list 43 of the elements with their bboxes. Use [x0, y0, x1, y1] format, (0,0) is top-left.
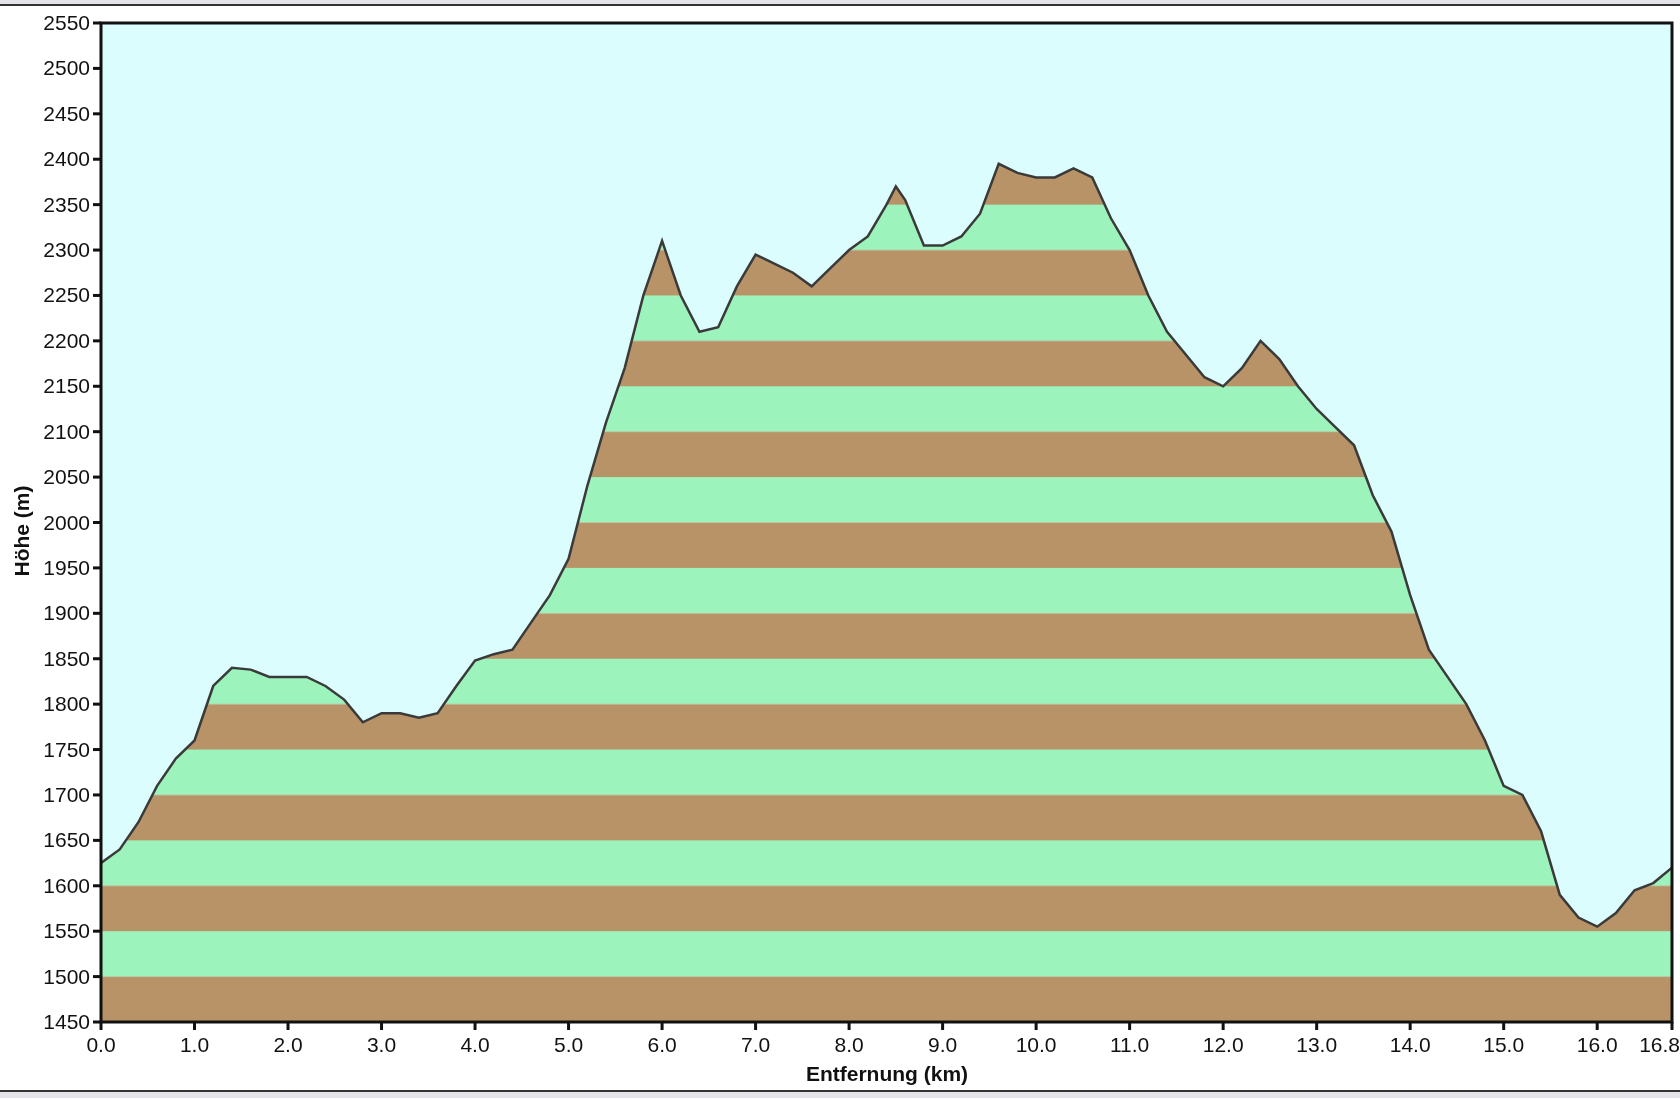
x-tick-label: 11.0 [1109, 1033, 1150, 1056]
x-axis-title: Entfernung (km) [805, 1062, 969, 1085]
x-tick-label: 16.8 [1639, 1033, 1680, 1056]
y-tick-label: 2300 [43, 238, 90, 262]
x-tick-label: 12.0 [1202, 1033, 1244, 1056]
y-tick-label: 2150 [43, 374, 90, 398]
y-tick-label: 1550 [43, 919, 90, 943]
y-tick-label: 1850 [43, 646, 90, 670]
x-tick-label: 0.0 [86, 1033, 116, 1056]
y-tick-label: 1650 [43, 828, 90, 852]
y-tick-label: 1600 [43, 873, 90, 897]
x-tick-label: 1.0 [179, 1033, 210, 1056]
y-tick-label: 1700 [43, 782, 90, 806]
y-axis-title: Höhe (m) [10, 485, 33, 577]
y-tick-label: 1450 [43, 1010, 90, 1033]
x-tick-label: 4.0 [460, 1033, 490, 1056]
x-tick-label: 16.0 [1576, 1033, 1618, 1056]
y-tick-label: 1500 [43, 964, 90, 988]
y-tick-label: 1900 [43, 601, 90, 625]
x-tick-label: 2.0 [273, 1033, 303, 1056]
x-tick-label: 13.0 [1296, 1033, 1338, 1056]
x-tick-label: 5.0 [553, 1033, 584, 1056]
y-tick-label: 2250 [43, 283, 90, 307]
y-tick-label: 2000 [43, 510, 90, 534]
y-tick-label: 2550 [43, 11, 90, 34]
x-tick-label: 3.0 [366, 1033, 397, 1056]
y-tick-label: 2350 [43, 192, 90, 216]
y-tick-label: 2400 [43, 147, 90, 171]
y-tick-label: 2200 [43, 328, 90, 352]
y-tick-label: 2100 [43, 419, 90, 443]
y-tick-label: 1950 [43, 555, 90, 579]
y-tick-label: 2050 [43, 465, 90, 489]
y-tick-label: 2450 [43, 101, 90, 125]
x-tick-label: 10.0 [1015, 1033, 1057, 1056]
x-tick-label: 7.0 [741, 1033, 771, 1056]
y-tick-label: 1800 [43, 692, 90, 716]
x-tick-label: 8.0 [834, 1033, 864, 1056]
x-tick-label: 9.0 [928, 1033, 958, 1056]
x-tick-label: 14.0 [1389, 1033, 1431, 1056]
x-tick-label: 6.0 [647, 1033, 677, 1056]
x-tick-label: 15.0 [1483, 1033, 1525, 1056]
y-tick-label: 1750 [43, 737, 90, 761]
y-tick-label: 2500 [43, 56, 90, 80]
